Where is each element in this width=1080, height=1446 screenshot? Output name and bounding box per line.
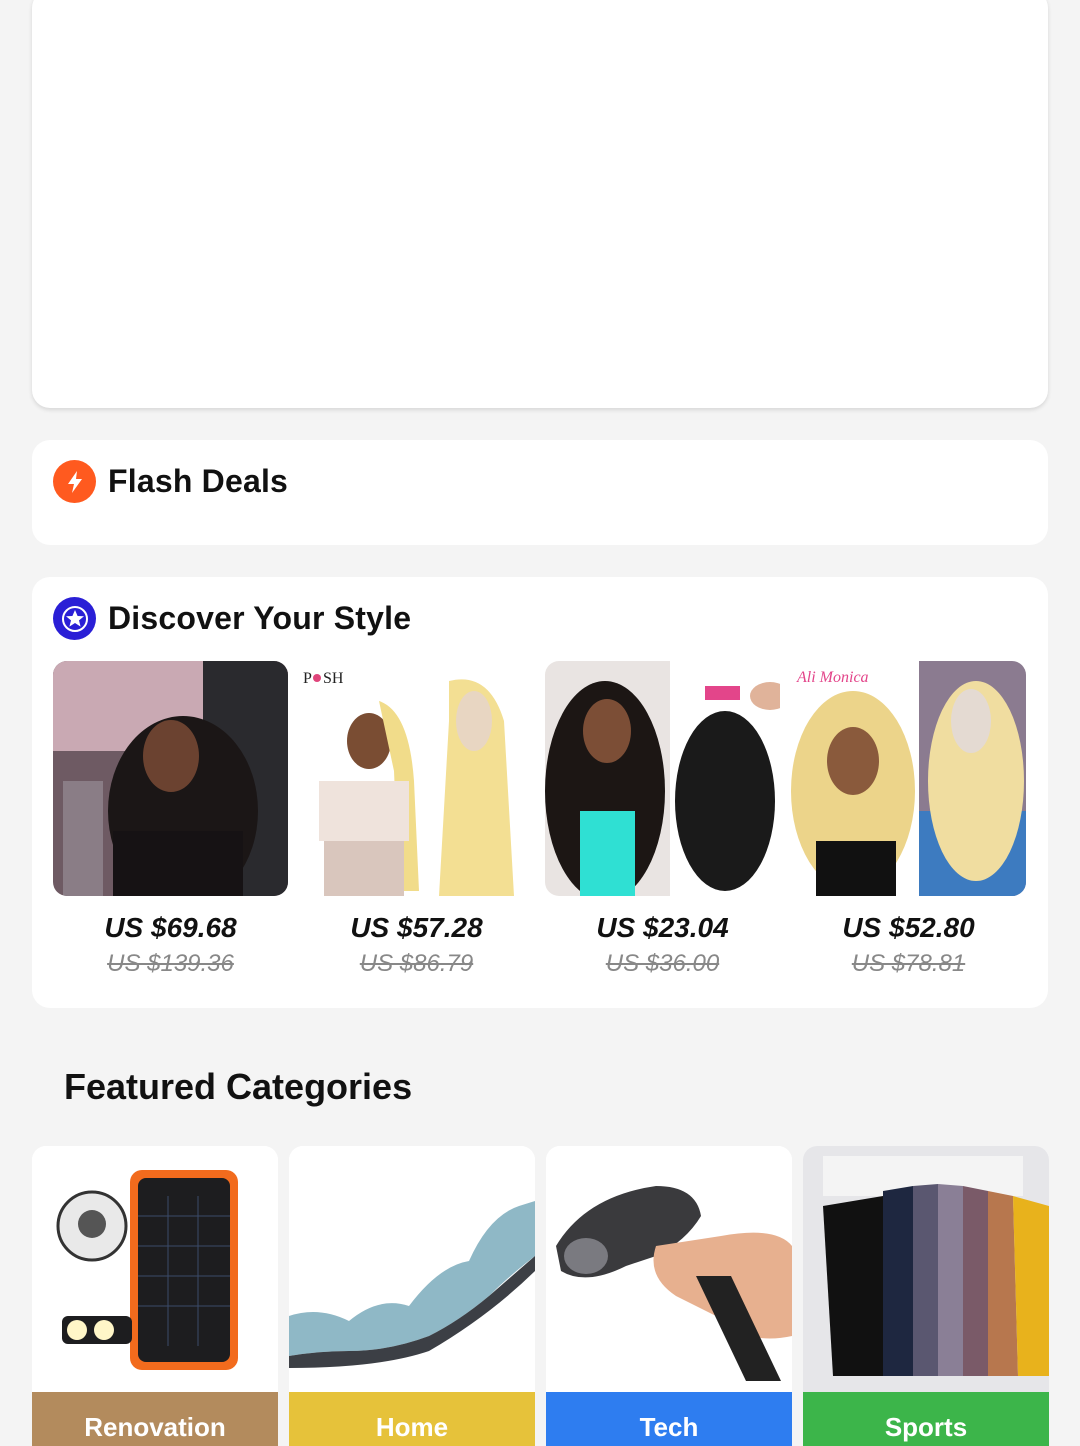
flash-deals-header: Flash Deals xyxy=(53,460,288,503)
product-card[interactable]: US $23.04 US $36.00 xyxy=(545,661,780,978)
product-image[interactable]: Ali Monica xyxy=(791,661,1026,896)
product-card[interactable]: P SH US $57.28 US $86.79 xyxy=(299,661,534,978)
category-label: Sports xyxy=(803,1392,1049,1446)
product-price: US $69.68 xyxy=(104,912,237,943)
category-sports[interactable]: Sports xyxy=(803,1146,1049,1446)
lightning-icon xyxy=(53,460,96,503)
product-card[interactable]: Ali Monica US $52.80 US $78.81 xyxy=(791,661,1026,978)
category-image xyxy=(803,1146,1049,1392)
product-card[interactable]: US $69.68 US $139.36 xyxy=(53,661,288,978)
product-price: US $52.80 xyxy=(842,912,975,943)
product-image[interactable]: P SH xyxy=(299,661,534,896)
category-label: Tech xyxy=(546,1392,792,1446)
featured-categories-title: Featured Categories xyxy=(64,1066,413,1107)
category-renovation[interactable]: Renovation xyxy=(32,1146,278,1446)
product-old-price: US $86.79 xyxy=(359,950,474,977)
category-image xyxy=(289,1146,535,1392)
product-old-price: US $36.00 xyxy=(605,950,720,977)
promo-banner[interactable] xyxy=(32,0,1048,408)
svg-text:SH: SH xyxy=(323,670,344,687)
category-home[interactable]: Home xyxy=(289,1146,535,1446)
category-list: Renovation Home Tech Sports xyxy=(32,1146,1049,1446)
category-image xyxy=(546,1146,792,1392)
product-image[interactable] xyxy=(545,661,780,896)
star-badge-icon xyxy=(53,597,96,640)
flash-deals-title: Flash Deals xyxy=(108,463,289,499)
brand-logo: P xyxy=(303,670,312,687)
product-old-price: US $139.36 xyxy=(107,950,234,977)
product-price: US $23.04 xyxy=(596,912,729,943)
product-price: US $57.28 xyxy=(350,912,483,943)
flash-deals-section[interactable]: Flash Deals xyxy=(32,440,1048,545)
category-label: Renovation xyxy=(32,1392,278,1446)
discover-title: Discover Your Style xyxy=(108,600,412,636)
category-label: Home xyxy=(289,1392,535,1446)
product-old-price: US $78.81 xyxy=(851,950,966,977)
product-image[interactable] xyxy=(53,661,288,896)
category-tech[interactable]: Tech xyxy=(546,1146,792,1446)
category-image xyxy=(32,1146,278,1392)
product-list: US $69.68 US $139.36 P SH US $57.28 US $… xyxy=(53,661,1026,978)
discover-section: Discover Your Style US $69.68 US $139.36 xyxy=(32,577,1048,1008)
discover-header: Discover Your Style xyxy=(53,597,411,640)
brand-logo: Ali Monica xyxy=(796,669,869,686)
